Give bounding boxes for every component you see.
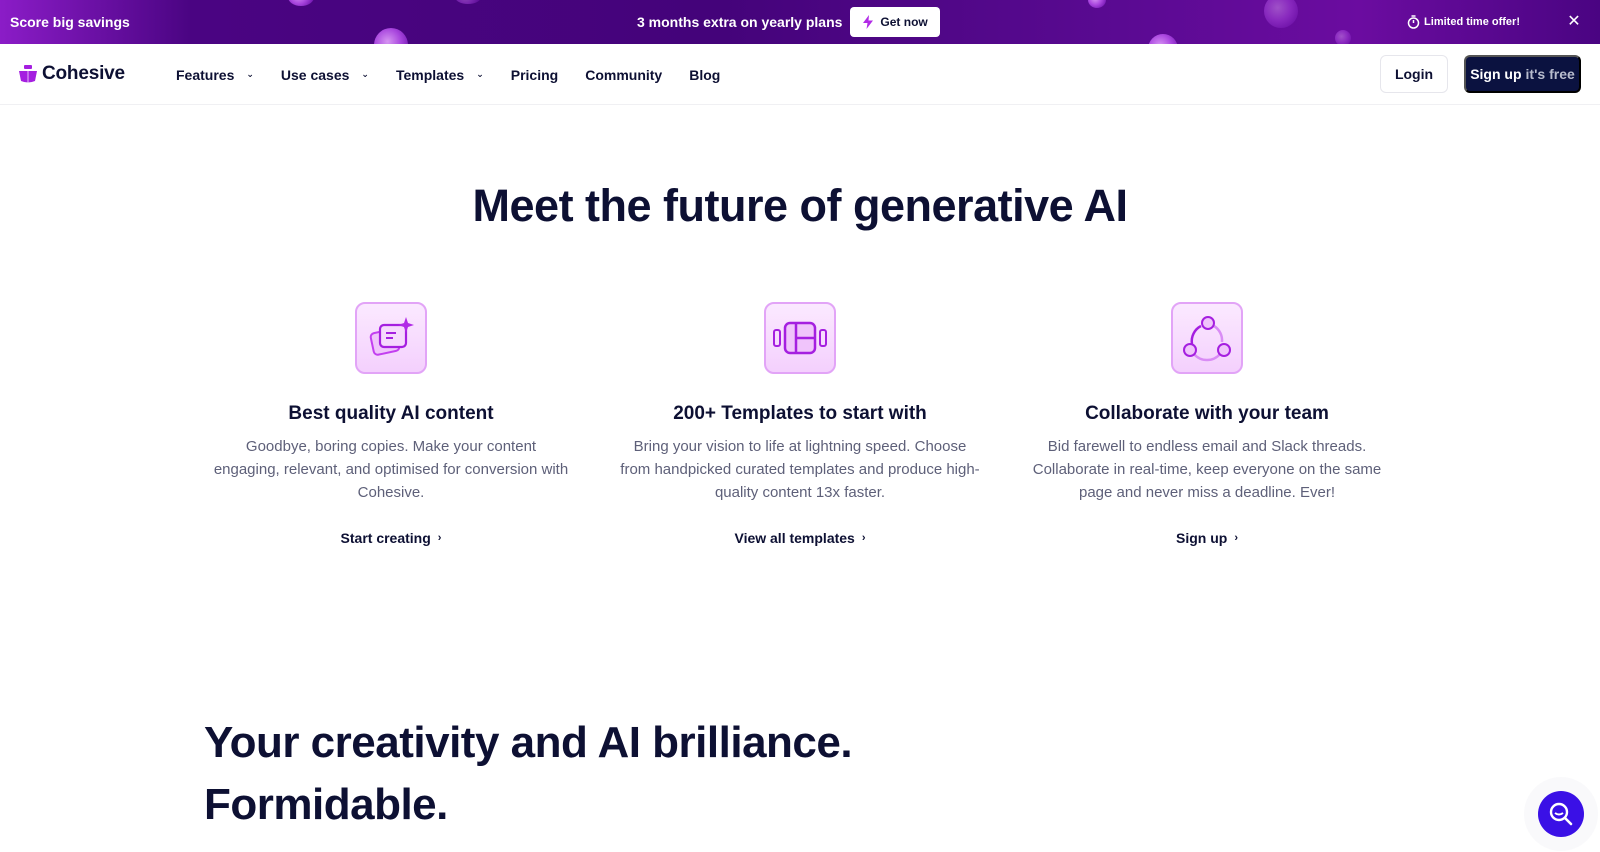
promo-offer-text: 3 months extra on yearly plans — [637, 14, 843, 30]
feature-description: Bring your vision to life at lightning s… — [620, 438, 980, 501]
brand-name: Cohesive — [42, 63, 125, 84]
section-title-line1: Your creativity and AI brilliance. — [204, 718, 853, 767]
decorative-orb — [374, 28, 408, 44]
nav-item-community[interactable]: Community — [585, 67, 662, 83]
feature-description: Goodbye, boring copies. Make your conten… — [213, 438, 569, 501]
link-label: View all templates — [734, 530, 855, 546]
get-now-button[interactable]: Get now — [850, 7, 940, 37]
lightning-icon — [863, 15, 874, 29]
stopwatch-icon — [1407, 15, 1420, 29]
nav-item-pricing[interactable]: Pricing — [511, 67, 558, 83]
main-nav: Cohesive Features ⌄ Use cases ⌄ Template… — [0, 44, 1600, 105]
signup-button[interactable]: Sign up it's free — [1464, 55, 1581, 93]
limited-offer: Limited time offer! — [1407, 0, 1520, 44]
chevron-right-icon: › — [437, 532, 442, 544]
decorative-orb — [288, 0, 314, 6]
link-label: Sign up — [1176, 530, 1228, 546]
signup-suffix: it's free — [1525, 66, 1575, 82]
signup-label: Sign up — [1470, 66, 1522, 82]
cohesive-logo-icon — [19, 65, 37, 83]
feature-card: Collaborate with your team Bid farewell … — [1007, 302, 1407, 548]
decorative-orb — [1264, 0, 1298, 28]
start-creating-link[interactable]: Start creating › — [341, 530, 442, 546]
nav-label: Community — [585, 66, 663, 83]
close-icon[interactable]: ✕ — [1564, 12, 1584, 32]
decorative-orb — [1148, 34, 1178, 44]
decorative-orb — [1088, 0, 1106, 8]
search-chat-button[interactable] — [1538, 791, 1584, 837]
section-title-line2: Formidable. — [204, 780, 448, 829]
search-icon — [1549, 802, 1573, 826]
view-all-templates-link[interactable]: View all templates › — [734, 530, 865, 546]
promo-left-text: Score big savings — [10, 14, 130, 30]
chevron-down-icon: ⌄ — [361, 69, 369, 79]
hero-title: Meet the future of generative AI — [472, 180, 1128, 231]
feature-title: Collaborate with your team — [1085, 403, 1329, 424]
nav-label: Blog — [689, 66, 721, 83]
feature-card: Best quality AI content Goodbye, boring … — [191, 302, 591, 548]
nav-label: Use cases — [280, 66, 350, 83]
decorative-orb — [1335, 30, 1351, 44]
nav-label: Templates — [395, 66, 465, 83]
nav-item-blog[interactable]: Blog — [689, 67, 720, 83]
get-now-label: Get now — [880, 15, 928, 29]
promo-center: 3 months extra on yearly plans Get now — [637, 7, 940, 37]
nav-item-features[interactable]: Features ⌄ — [176, 67, 254, 83]
nav-label: Pricing — [510, 66, 559, 83]
nav-item-templates[interactable]: Templates ⌄ — [396, 67, 484, 83]
chevron-down-icon: ⌄ — [476, 69, 484, 79]
nav-item-use-cases[interactable]: Use cases ⌄ — [281, 67, 369, 83]
feature-description: Bid farewell to endless email and Slack … — [1032, 438, 1382, 501]
link-label: Start creating — [340, 530, 431, 546]
nav-menu: Features ⌄ Use cases ⌄ Templates ⌄ Prici… — [176, 44, 747, 105]
limited-offer-text: Limited time offer! — [1424, 16, 1520, 28]
chevron-down-icon: ⌄ — [246, 69, 254, 79]
login-button[interactable]: Login — [1380, 55, 1448, 93]
promo-banner: Score big savings 3 months extra on year… — [0, 0, 1600, 44]
decorative-orb — [455, 0, 481, 4]
feature-title: Best quality AI content — [288, 403, 494, 424]
chevron-right-icon: › — [1234, 532, 1238, 544]
templates-carousel-icon — [764, 302, 836, 374]
nav-label: Features — [176, 66, 235, 83]
sign-up-link[interactable]: Sign up › — [1176, 530, 1238, 546]
feature-title: 200+ Templates to start with — [673, 403, 927, 424]
collaboration-share-icon — [1171, 302, 1243, 374]
feature-card: 200+ Templates to start with Bring your … — [600, 302, 1000, 548]
logo[interactable]: Cohesive — [18, 63, 125, 85]
content-cards-sparkle-icon — [355, 302, 427, 374]
section-title: Your creativity and AI brilliance. Formi… — [204, 712, 853, 836]
chevron-right-icon: › — [861, 532, 866, 544]
